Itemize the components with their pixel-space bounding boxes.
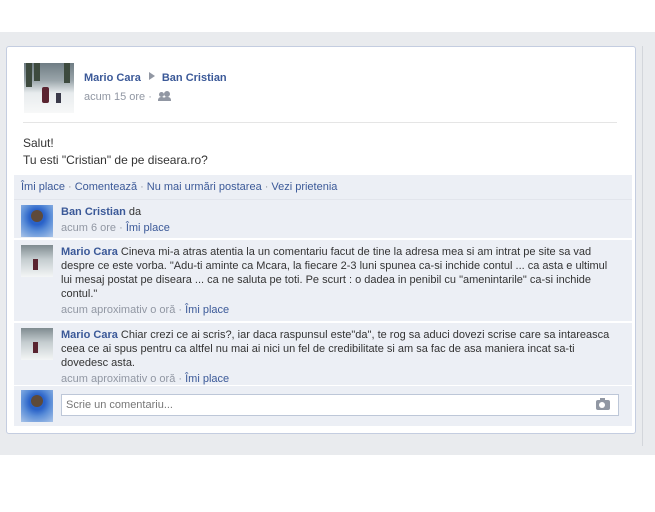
comment-item: Ban Cristian da acum 6 ore · Îmi place <box>14 200 632 239</box>
comment-placeholder: Scrie un comentariu... <box>66 399 173 411</box>
separator: · <box>178 373 183 385</box>
separator: · <box>68 181 72 193</box>
comment-author[interactable]: Mario Cara <box>61 329 118 341</box>
post-author-link[interactable]: Mario Cara <box>84 72 141 84</box>
comment-author[interactable]: Ban Cristian <box>61 206 126 218</box>
current-user-avatar <box>21 390 53 422</box>
commenter-avatar[interactable] <box>21 205 53 237</box>
commenter-avatar[interactable] <box>21 328 53 360</box>
comment-meta: acum aproximativ o oră · Îmi place <box>61 372 616 386</box>
comment-like-link[interactable]: Îmi place <box>185 304 229 316</box>
comment-timestamp[interactable]: acum aproximativ o oră <box>61 304 175 316</box>
separator: · <box>264 181 269 193</box>
friends-icon[interactable] <box>157 91 172 101</box>
camera-icon[interactable] <box>596 398 610 410</box>
commenter-avatar[interactable] <box>21 245 53 277</box>
post-target-link[interactable]: Ban Cristian <box>162 72 227 84</box>
comment-link[interactable]: Comentează <box>75 181 137 193</box>
like-link[interactable]: Îmi place <box>21 181 65 193</box>
unfollow-link[interactable]: Nu mai urmări postarea <box>147 181 262 193</box>
post-meta: acum 15 ore · <box>84 91 172 103</box>
comment-timestamp[interactable]: acum aproximativ o oră <box>61 373 175 385</box>
separator: · <box>119 222 123 234</box>
comment-meta: acum 6 ore · Îmi place <box>61 221 616 235</box>
comment-text: da <box>128 206 142 218</box>
see-friendship-link[interactable]: Vezi prietenia <box>271 181 337 193</box>
comment-text: Cineva mi-a atras atentia la un comentar… <box>61 246 608 300</box>
comment-text: Chiar crezi ce ai scris?, iar daca raspu… <box>61 329 610 369</box>
comment-timestamp[interactable]: acum 6 ore <box>61 222 116 234</box>
post-actions-bar: Îmi place · Comentează · Nu mai urmări posta… <box>14 175 632 200</box>
comment-author[interactable]: Mario Cara <box>61 246 118 258</box>
comment-body: Mario Cara Cineva mi-a atras atentia la … <box>61 245 616 317</box>
post-message: Salut! Tu esti "Cristian" de pe diseara.… <box>23 135 208 169</box>
author-avatar[interactable] <box>24 63 74 113</box>
column-divider <box>642 46 643 446</box>
comment-item: Mario Cara Chiar crezi ce ai scris?, iar… <box>14 323 632 386</box>
separator: · <box>178 304 183 316</box>
arrow-right-icon <box>148 72 155 80</box>
comment-like-link[interactable]: Îmi place <box>126 222 170 234</box>
comment-compose-row: Scrie un comentariu... <box>14 386 632 426</box>
message-line: Tu esti "Cristian" de pe diseara.ro? <box>23 153 208 167</box>
post-names: Mario Cara Ban Cristian <box>84 72 227 84</box>
post-card: Mario Cara Ban Cristian acum 15 ore · Sal… <box>6 46 636 434</box>
comment-body: Ban Cristian da acum 6 ore · Îmi place <box>61 205 616 235</box>
separator: · <box>140 181 144 193</box>
post-timestamp[interactable]: acum 15 ore <box>84 91 145 103</box>
comment-input[interactable]: Scrie un comentariu... <box>61 394 619 416</box>
comment-like-link[interactable]: Îmi place <box>185 373 229 385</box>
comment-meta: acum aproximativ o oră · Îmi place <box>61 303 616 317</box>
comment-body: Mario Cara Chiar crezi ce ai scris?, iar… <box>61 328 616 386</box>
comment-item: Mario Cara Cineva mi-a atras atentia la … <box>14 240 632 322</box>
header-divider <box>23 122 617 123</box>
meta-separator: · <box>148 91 152 103</box>
message-line: Salut! <box>23 136 54 150</box>
